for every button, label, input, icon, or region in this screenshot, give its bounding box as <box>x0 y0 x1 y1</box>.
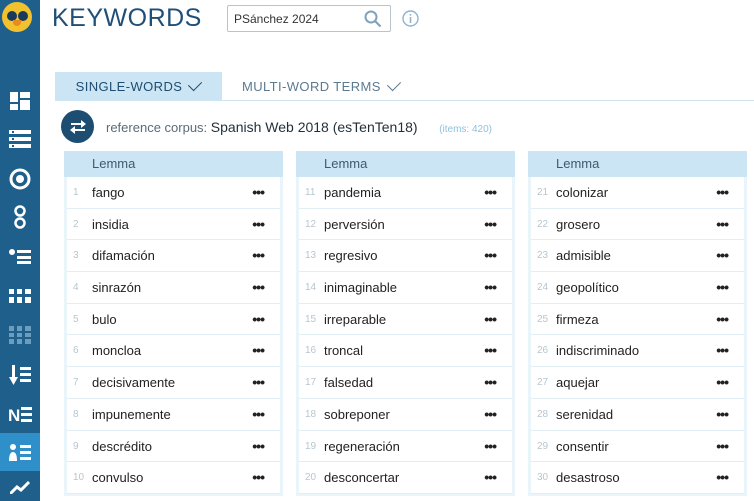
search-input[interactable]: PSánchez 2024 <box>234 12 319 26</box>
row-menu-icon[interactable]: ••• <box>252 184 265 200</box>
app: N KEYWORDS PSánchez 2024 SINGLE-WORDS MU… <box>0 0 754 501</box>
page-title: KEYWORDS <box>52 4 202 32</box>
row-menu-icon[interactable]: ••• <box>484 247 497 263</box>
table-row[interactable]: 26 indiscriminado ••• <box>531 335 744 368</box>
table-row[interactable]: 7 decisivamente ••• <box>67 367 280 399</box>
table-row[interactable]: 30 desastroso ••• <box>531 462 744 494</box>
svg-text:N: N <box>8 406 20 422</box>
row-menu-icon[interactable]: ••• <box>716 438 729 454</box>
row-menu-icon[interactable]: ••• <box>252 406 265 422</box>
items-count: (items: 420) <box>439 124 492 135</box>
search-icon[interactable] <box>364 10 382 28</box>
check-icon <box>386 76 401 91</box>
tab-multi-word-terms[interactable]: MULTI-WORD TERMS <box>242 72 401 101</box>
tab-bar: SINGLE-WORDS MULTI-WORD TERMS <box>55 72 754 101</box>
table-row[interactable]: 15 irreparable ••• <box>299 303 512 336</box>
row-menu-icon[interactable]: ••• <box>252 342 265 358</box>
row-menu-icon[interactable]: ••• <box>716 311 729 327</box>
target-icon[interactable] <box>0 160 40 198</box>
table-row[interactable]: 14 inimaginable ••• <box>299 272 512 304</box>
row-menu-icon[interactable]: ••• <box>716 216 729 232</box>
table-row[interactable]: 23 admisible ••• <box>531 240 744 273</box>
reference-corpus-label: reference corpus: <box>106 120 208 135</box>
row-menu-icon[interactable]: ••• <box>716 184 729 200</box>
row-menu-icon[interactable]: ••• <box>252 311 265 327</box>
table-row[interactable]: 12 perversión ••• <box>299 208 512 241</box>
row-menu-icon[interactable]: ••• <box>252 247 265 263</box>
logo[interactable] <box>2 2 32 32</box>
table-row[interactable]: 25 firmeza ••• <box>531 303 744 336</box>
info-icon[interactable] <box>402 10 419 27</box>
row-menu-icon[interactable]: ••• <box>484 469 497 485</box>
row-menu-icon[interactable]: ••• <box>716 342 729 358</box>
table-row[interactable]: 10 convulso ••• <box>67 462 280 494</box>
row-menu-icon[interactable]: ••• <box>716 279 729 295</box>
row-menu-icon[interactable]: ••• <box>484 216 497 232</box>
keyword-table-3: Lemma 21 colonizar ••• 22 grosero ••• 23 admi… <box>528 151 747 496</box>
table-row[interactable]: 29 consentir ••• <box>531 430 744 463</box>
row-menu-icon[interactable]: ••• <box>252 216 265 232</box>
table-row[interactable]: 17 falsedad ••• <box>299 367 512 399</box>
table-row[interactable]: 11 pandemia ••• <box>299 177 512 209</box>
table-row[interactable]: 27 aquejar ••• <box>531 367 744 399</box>
table-row[interactable]: 13 regresivo ••• <box>299 240 512 273</box>
table-row[interactable]: 16 troncal ••• <box>299 335 512 368</box>
row-menu-icon[interactable]: ••• <box>484 374 497 390</box>
trend-icon[interactable] <box>0 480 40 501</box>
dashboard-icon[interactable] <box>0 82 40 120</box>
swap-icon <box>69 119 86 134</box>
nodes-icon[interactable] <box>0 198 40 236</box>
check-icon <box>188 76 203 91</box>
row-menu-icon[interactable]: ••• <box>484 438 497 454</box>
row-menu-icon[interactable]: ••• <box>252 438 265 454</box>
row-menu-icon[interactable]: ••• <box>252 469 265 485</box>
row-menu-icon[interactable]: ••• <box>484 184 497 200</box>
table-row[interactable]: 22 grosero ••• <box>531 208 744 241</box>
column-header-lemma[interactable]: Lemma <box>296 151 515 177</box>
reference-corpus-value[interactable]: Spanish Web 2018 (esTenTen18) <box>211 119 418 135</box>
row-menu-icon[interactable]: ••• <box>484 279 497 295</box>
table-row[interactable]: 21 colonizar ••• <box>531 177 744 209</box>
change-corpus-button[interactable] <box>61 110 94 143</box>
column-header-lemma[interactable]: Lemma <box>64 151 283 177</box>
sidebar: N <box>0 0 40 501</box>
search-box[interactable]: PSánchez 2024 <box>227 5 391 32</box>
list-icon[interactable] <box>0 120 40 158</box>
row-menu-icon[interactable]: ••• <box>716 469 729 485</box>
row-menu-icon[interactable]: ••• <box>716 247 729 263</box>
row-menu-icon[interactable]: ••• <box>484 342 497 358</box>
table-row[interactable]: 24 geopolítico ••• <box>531 272 744 304</box>
sort-icon[interactable] <box>0 356 40 394</box>
table-row[interactable]: 18 sobreponer ••• <box>299 398 512 431</box>
grid-icon[interactable] <box>0 277 40 315</box>
row-menu-icon[interactable]: ••• <box>252 374 265 390</box>
ne-icon[interactable]: N <box>0 395 40 433</box>
table-row[interactable]: 1 fango ••• <box>67 177 280 209</box>
table-row[interactable]: 6 moncloa ••• <box>67 335 280 368</box>
grid-faded-icon[interactable] <box>0 316 40 354</box>
keyword-table-1: Lemma 1 fango ••• 2 insidia ••• 3 difamación •… <box>64 151 283 496</box>
table-row[interactable]: 2 insidia ••• <box>67 208 280 241</box>
table-row[interactable]: 4 sinrazón ••• <box>67 272 280 304</box>
table-row[interactable]: 20 desconcertar ••• <box>299 462 512 494</box>
table-row[interactable]: 28 serenidad ••• <box>531 398 744 431</box>
row-menu-icon[interactable]: ••• <box>252 279 265 295</box>
reference-corpus-info: reference corpus: Spanish Web 2018 (esTe… <box>106 119 492 135</box>
table-row[interactable]: 8 impunemente ••• <box>67 398 280 431</box>
table-row[interactable]: 5 bulo ••• <box>67 303 280 336</box>
table-row[interactable]: 3 difamación ••• <box>67 240 280 273</box>
table-row[interactable]: 9 descrédito ••• <box>67 430 280 463</box>
row-menu-icon[interactable]: ••• <box>716 406 729 422</box>
row-menu-icon[interactable]: ••• <box>716 374 729 390</box>
keywords-icon[interactable] <box>0 433 40 471</box>
bullet-list-icon[interactable] <box>0 237 40 275</box>
tab-single-words[interactable]: SINGLE-WORDS <box>55 72 222 101</box>
row-menu-icon[interactable]: ••• <box>484 406 497 422</box>
column-header-lemma[interactable]: Lemma <box>528 151 747 177</box>
keyword-table-2: Lemma 11 pandemia ••• 12 perversión ••• 13 re… <box>296 151 515 496</box>
table-row[interactable]: 19 regeneración ••• <box>299 430 512 463</box>
row-menu-icon[interactable]: ••• <box>484 311 497 327</box>
